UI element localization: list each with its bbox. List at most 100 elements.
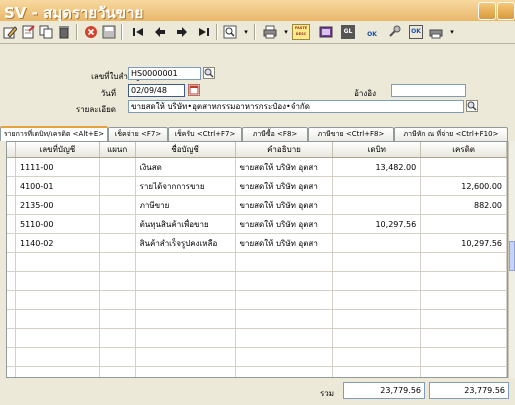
column-header-account-name[interactable]: ชื่อบัญชี bbox=[135, 142, 236, 158]
tab-withholding-tax[interactable]: ภาษีหัก ณ ที่จ่าย <Ctrl+F10> bbox=[394, 127, 508, 141]
print-settings-icon[interactable] bbox=[428, 24, 444, 40]
doc-no-lookup-button[interactable] bbox=[203, 67, 215, 79]
debit-cell[interactable]: 10,297.56 bbox=[332, 214, 422, 234]
trash-icon[interactable] bbox=[56, 24, 72, 40]
account-name-cell[interactable]: รายได้จากการขาย bbox=[135, 176, 236, 196]
table-row[interactable]: 1111-00 เงินสด ขายสดให้ บริษัท อุตสา 13,… bbox=[7, 157, 507, 177]
paste-label: PASTE DESC bbox=[292, 24, 310, 40]
account-no-cell[interactable]: 1111-00 bbox=[15, 157, 100, 177]
credit-cell[interactable]: 882.00 bbox=[420, 195, 507, 215]
ok-icon-2[interactable]: OK bbox=[408, 24, 424, 40]
paste-icon[interactable]: PASTE DESC bbox=[292, 24, 310, 40]
copy-icon[interactable] bbox=[38, 24, 54, 40]
table-row[interactable]: 2135-00 ภาษีขาย ขายสดให้ บริษัท อุตสา 88… bbox=[7, 195, 507, 215]
new-document-icon[interactable] bbox=[20, 24, 36, 40]
debit-cell[interactable] bbox=[332, 176, 422, 196]
debit-cell[interactable]: 13,482.00 bbox=[332, 157, 422, 177]
department-cell[interactable] bbox=[99, 214, 136, 234]
department-cell[interactable] bbox=[99, 233, 136, 253]
column-header-description[interactable]: คำอธิบาย bbox=[235, 142, 334, 158]
date-picker-button[interactable] bbox=[188, 84, 200, 96]
empty-row[interactable] bbox=[7, 366, 507, 377]
save-icon[interactable] bbox=[101, 24, 117, 40]
description-cell[interactable]: ขายสดให้ บริษัท อุตสา bbox=[235, 214, 334, 234]
table-row[interactable]: 4100-01 รายได้จากการขาย ขายสดให้ บริษัท … bbox=[7, 176, 507, 196]
chevron-down-icon[interactable]: ▾ bbox=[238, 24, 254, 40]
first-icon[interactable] bbox=[130, 24, 146, 40]
description-cell[interactable]: ขายสดให้ บริษัท อุตสา bbox=[235, 157, 334, 177]
tab-purchase-tax[interactable]: ภาษีซื้อ <F8> bbox=[242, 127, 308, 141]
description-cell[interactable]: ขายสดให้ บริษัท อุตสา bbox=[235, 195, 334, 215]
last-icon[interactable] bbox=[196, 24, 212, 40]
department-cell[interactable] bbox=[99, 157, 136, 177]
table-row[interactable]: 5110-00 ต้นทุนสินค้าเพื่อขาย ขายสดให้ บร… bbox=[7, 214, 507, 234]
column-header-account-no[interactable]: เลขที่บัญชี bbox=[15, 142, 100, 158]
ref-field[interactable] bbox=[391, 84, 466, 97]
column-header-credit[interactable]: เครดิต bbox=[420, 142, 507, 158]
tab-cheque-received[interactable]: เช็ครับ <Ctrl+F7> bbox=[168, 127, 242, 141]
tab-debit-credit[interactable]: รายการที่เดบิท/เครดิต <Alt+E> bbox=[0, 126, 108, 141]
ok-label-2: OK bbox=[409, 25, 423, 39]
description-cell[interactable]: ขายสดให้ บริษัท อุตสา bbox=[235, 176, 334, 196]
cancel-icon[interactable] bbox=[83, 24, 99, 40]
doc-no-field[interactable]: HS0000001 bbox=[128, 67, 201, 80]
debit-cell[interactable] bbox=[332, 195, 422, 215]
edit-icon[interactable] bbox=[2, 24, 18, 40]
scrollbar-thumb[interactable] bbox=[509, 241, 515, 271]
table-header-row: เลขที่บัญชี แผนก ชื่อบัญชี คำอธิบาย เดบิ… bbox=[7, 142, 507, 158]
total-credit: 23,779.56 bbox=[429, 382, 509, 399]
total-debit: 23,779.56 bbox=[343, 382, 425, 399]
row-indicator bbox=[7, 195, 16, 215]
credit-cell[interactable]: 10,297.56 bbox=[420, 233, 507, 253]
table-row[interactable]: 1140-02 สินค้าสำเร็จรูปคงเหลือ ขายสดให้ … bbox=[7, 233, 507, 253]
tool-icon[interactable] bbox=[386, 24, 402, 40]
print-icon[interactable] bbox=[262, 24, 278, 40]
maximize-button[interactable] bbox=[497, 2, 515, 20]
empty-row[interactable] bbox=[7, 290, 507, 310]
detail-label: รายละเอียด bbox=[75, 105, 116, 114]
ref-label: อ้างอิง bbox=[354, 89, 376, 98]
tab-cheque-paid[interactable]: เช็คจ่าย <F7> bbox=[108, 127, 168, 141]
tab-sales-tax[interactable]: ภาษีขาย <Ctrl+F8> bbox=[308, 127, 394, 141]
account-no-cell[interactable]: 5110-00 bbox=[15, 214, 100, 234]
credit-cell[interactable] bbox=[420, 214, 507, 234]
account-name-cell[interactable]: ภาษีขาย bbox=[135, 195, 236, 215]
account-no-cell[interactable]: 1140-02 bbox=[15, 233, 100, 253]
row-indicator bbox=[7, 176, 16, 196]
column-header-debit[interactable]: เดบิท bbox=[332, 142, 422, 158]
empty-row[interactable] bbox=[7, 271, 507, 291]
gl-icon[interactable]: GL bbox=[340, 24, 356, 40]
empty-row[interactable] bbox=[7, 309, 507, 329]
account-no-cell[interactable]: 2135-00 bbox=[15, 195, 100, 215]
ok-icon[interactable]: OK bbox=[364, 24, 380, 40]
date-field[interactable]: 02/09/48 bbox=[128, 84, 185, 97]
row-indicator bbox=[7, 233, 16, 253]
account-name-cell[interactable]: เงินสด bbox=[135, 157, 236, 177]
empty-row[interactable] bbox=[7, 347, 507, 367]
next-icon[interactable] bbox=[174, 24, 190, 40]
department-cell[interactable] bbox=[99, 176, 136, 196]
title-bar: SV - สมุดรายวันขาย bbox=[0, 0, 515, 22]
account-name-cell[interactable]: สินค้าสำเร็จรูปคงเหลือ bbox=[135, 233, 236, 253]
column-header-department[interactable]: แผนก bbox=[99, 142, 136, 158]
description-cell[interactable]: ขายสดให้ บริษัท อุตสา bbox=[235, 233, 334, 253]
toolbar-separator bbox=[216, 24, 218, 40]
film-icon[interactable] bbox=[318, 24, 334, 40]
prev-icon[interactable] bbox=[152, 24, 168, 40]
toolbar-separator bbox=[121, 24, 123, 40]
debit-cell[interactable] bbox=[332, 233, 422, 253]
minimize-button[interactable] bbox=[478, 2, 496, 20]
department-cell[interactable] bbox=[99, 195, 136, 215]
empty-row[interactable] bbox=[7, 328, 507, 348]
account-name-cell[interactable]: ต้นทุนสินค้าเพื่อขาย bbox=[135, 214, 236, 234]
vertical-scrollbar[interactable] bbox=[508, 141, 515, 378]
empty-row[interactable] bbox=[7, 252, 507, 272]
row-indicator bbox=[7, 157, 16, 177]
account-no-cell[interactable]: 4100-01 bbox=[15, 176, 100, 196]
detail-lookup-button[interactable] bbox=[466, 100, 478, 112]
chevron-down-icon[interactable]: ▾ bbox=[444, 24, 460, 40]
search-icon[interactable] bbox=[222, 24, 238, 40]
credit-cell[interactable] bbox=[420, 157, 507, 177]
credit-cell[interactable]: 12,600.00 bbox=[420, 176, 507, 196]
detail-field[interactable]: ขายสดให้ บริษัท•อุตสาหกรรมอาหารกระป๋อง•จ… bbox=[128, 100, 464, 113]
